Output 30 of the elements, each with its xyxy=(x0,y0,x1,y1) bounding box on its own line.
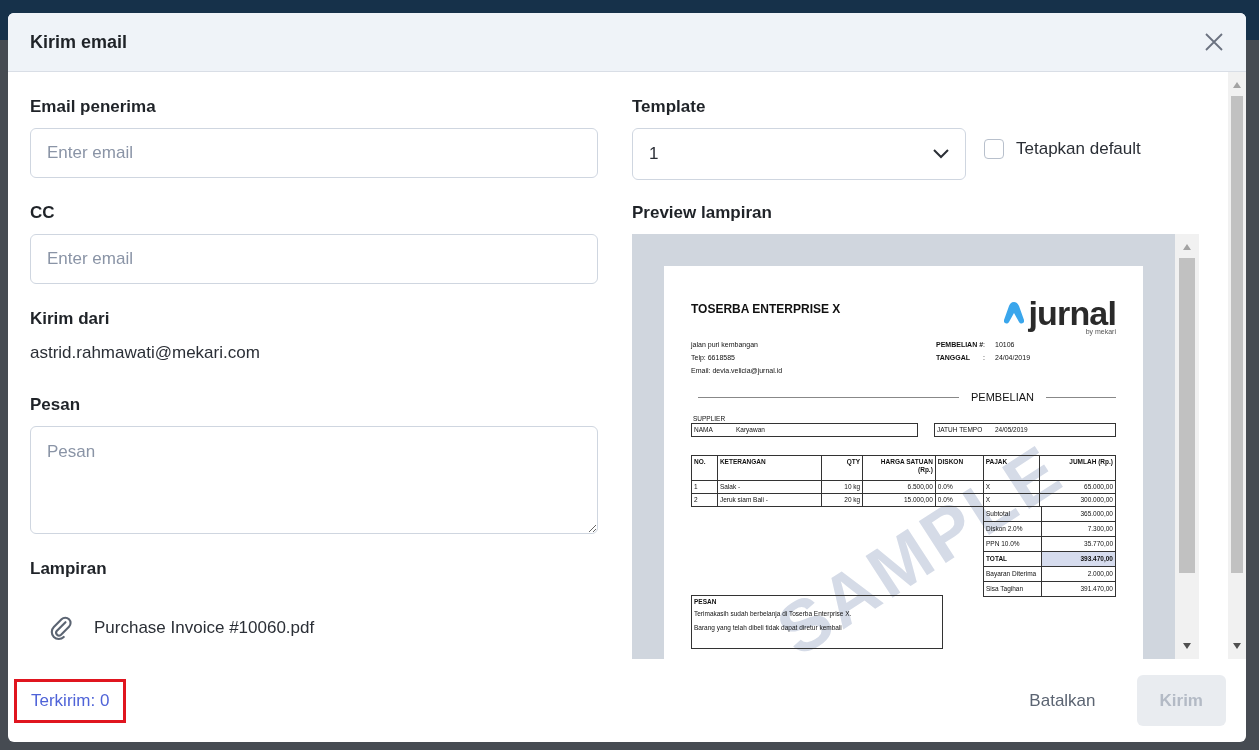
checkbox-label[interactable]: Tetapkan default xyxy=(1016,136,1141,162)
scroll-down-icon[interactable] xyxy=(1233,643,1241,649)
template-select[interactable]: 1 xyxy=(632,128,966,180)
scrollbar-thumb[interactable] xyxy=(1230,96,1244,573)
field-label: Email penerima xyxy=(30,96,156,118)
company-name: TOSERBA ENTERPRISE X xyxy=(691,301,841,318)
document-heading: PEMBELIAN xyxy=(970,390,1035,405)
field-label: Lampiran xyxy=(30,557,107,580)
logo-icon xyxy=(1003,302,1024,324)
dialog-title: Kirim email xyxy=(30,30,128,54)
field-label: Kirim dari xyxy=(30,308,110,330)
field-label: CC xyxy=(30,202,55,224)
field-label: Preview lampiran xyxy=(632,202,772,224)
scrollbar[interactable] xyxy=(1228,72,1246,659)
cc-input-field[interactable]: Enter email xyxy=(30,234,598,284)
field-label: Pesan xyxy=(30,393,81,416)
field-label: Template xyxy=(632,96,706,118)
message-input-field[interactable]: Pesan xyxy=(30,425,598,534)
cancel-button[interactable]: Batalkan xyxy=(1006,675,1119,726)
sent-count-link[interactable]: Terkirim: 0 xyxy=(31,687,110,714)
scrollbar[interactable] xyxy=(1175,234,1199,659)
default-checkbox[interactable] xyxy=(984,138,1004,159)
chevron-down-icon[interactable] xyxy=(933,149,949,159)
attachment-filename[interactable]: Purchase Invoice #10060.pdf xyxy=(94,614,315,641)
sender-email: astrid.rahmawati@mekari.com xyxy=(30,342,260,364)
email-input-field[interactable]: Enter email xyxy=(30,128,598,178)
scroll-up-icon[interactable] xyxy=(1233,82,1241,88)
scroll-down-icon[interactable] xyxy=(1183,643,1191,649)
scroll-up-icon[interactable] xyxy=(1183,244,1191,250)
scrollbar-thumb[interactable] xyxy=(1178,258,1196,573)
